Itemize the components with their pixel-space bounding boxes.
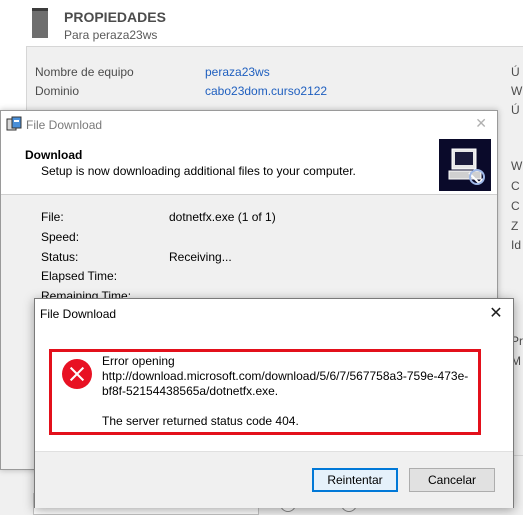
elapsed-time-label: Elapsed Time: <box>41 269 118 283</box>
retry-button[interactable]: Reintentar <box>312 468 398 492</box>
cancel-button[interactable]: Cancelar <box>409 468 495 492</box>
setup-window-title: File Download <box>26 118 103 132</box>
error-dialog-footer: Reintentar Cancelar <box>35 451 513 508</box>
properties-title: PROPIEDADES <box>64 9 166 25</box>
error-dialog-title: File Download <box>40 307 117 321</box>
error-url: http://download.microsoft.com/download/5… <box>102 369 469 398</box>
error-x-icon <box>62 359 92 389</box>
close-icon[interactable]: ✕ <box>485 303 507 325</box>
banner-description: Setup is now downloading additional file… <box>41 164 356 178</box>
error-message-box: Error opening http://download.microsoft.… <box>49 349 481 435</box>
properties-header: PROPIEDADES Para peraza23ws <box>0 0 523 46</box>
status-label: Status: <box>41 250 79 264</box>
server-icon <box>32 8 48 38</box>
file-value: dotnetfx.exe (1 of 1) <box>169 210 276 224</box>
setup-banner: Download Setup is now downloading additi… <box>1 137 497 195</box>
computer-download-icon <box>439 139 491 191</box>
domain-label: Dominio <box>35 84 80 98</box>
right-col-text: Z <box>511 219 519 233</box>
banner-heading: Download <box>25 148 83 162</box>
right-col-text: Ú <box>511 65 520 79</box>
error-message-line: Error opening <box>102 354 175 368</box>
status-value: Receiving... <box>169 250 232 264</box>
file-label: File: <box>41 210 64 224</box>
right-col-text: C <box>511 179 520 193</box>
domain-link[interactable]: cabo23dom.curso2122 <box>205 84 327 98</box>
computer-name-link[interactable]: peraza23ws <box>205 65 270 79</box>
properties-subtitle: Para peraza23ws <box>64 28 158 42</box>
right-col-text: Id <box>511 238 522 252</box>
right-col-text: W <box>511 159 523 173</box>
setup-titlebar: File Download ✕ <box>1 111 497 137</box>
error-dialog: File Download ✕ Error opening http://dow… <box>34 298 514 508</box>
close-icon[interactable]: ✕ <box>475 115 487 132</box>
computer-name-label: Nombre de equipo <box>35 65 134 79</box>
setup-app-icon <box>6 116 22 131</box>
error-dialog-titlebar: File Download ✕ <box>35 299 513 329</box>
speed-label: Speed: <box>41 230 80 244</box>
error-message: Error opening http://download.microsoft.… <box>102 354 478 429</box>
right-col-text: Ú <box>511 103 520 117</box>
error-status: The server returned status code 404. <box>102 414 299 428</box>
right-col-text: W <box>511 84 523 98</box>
right-col-text: C <box>511 199 520 213</box>
